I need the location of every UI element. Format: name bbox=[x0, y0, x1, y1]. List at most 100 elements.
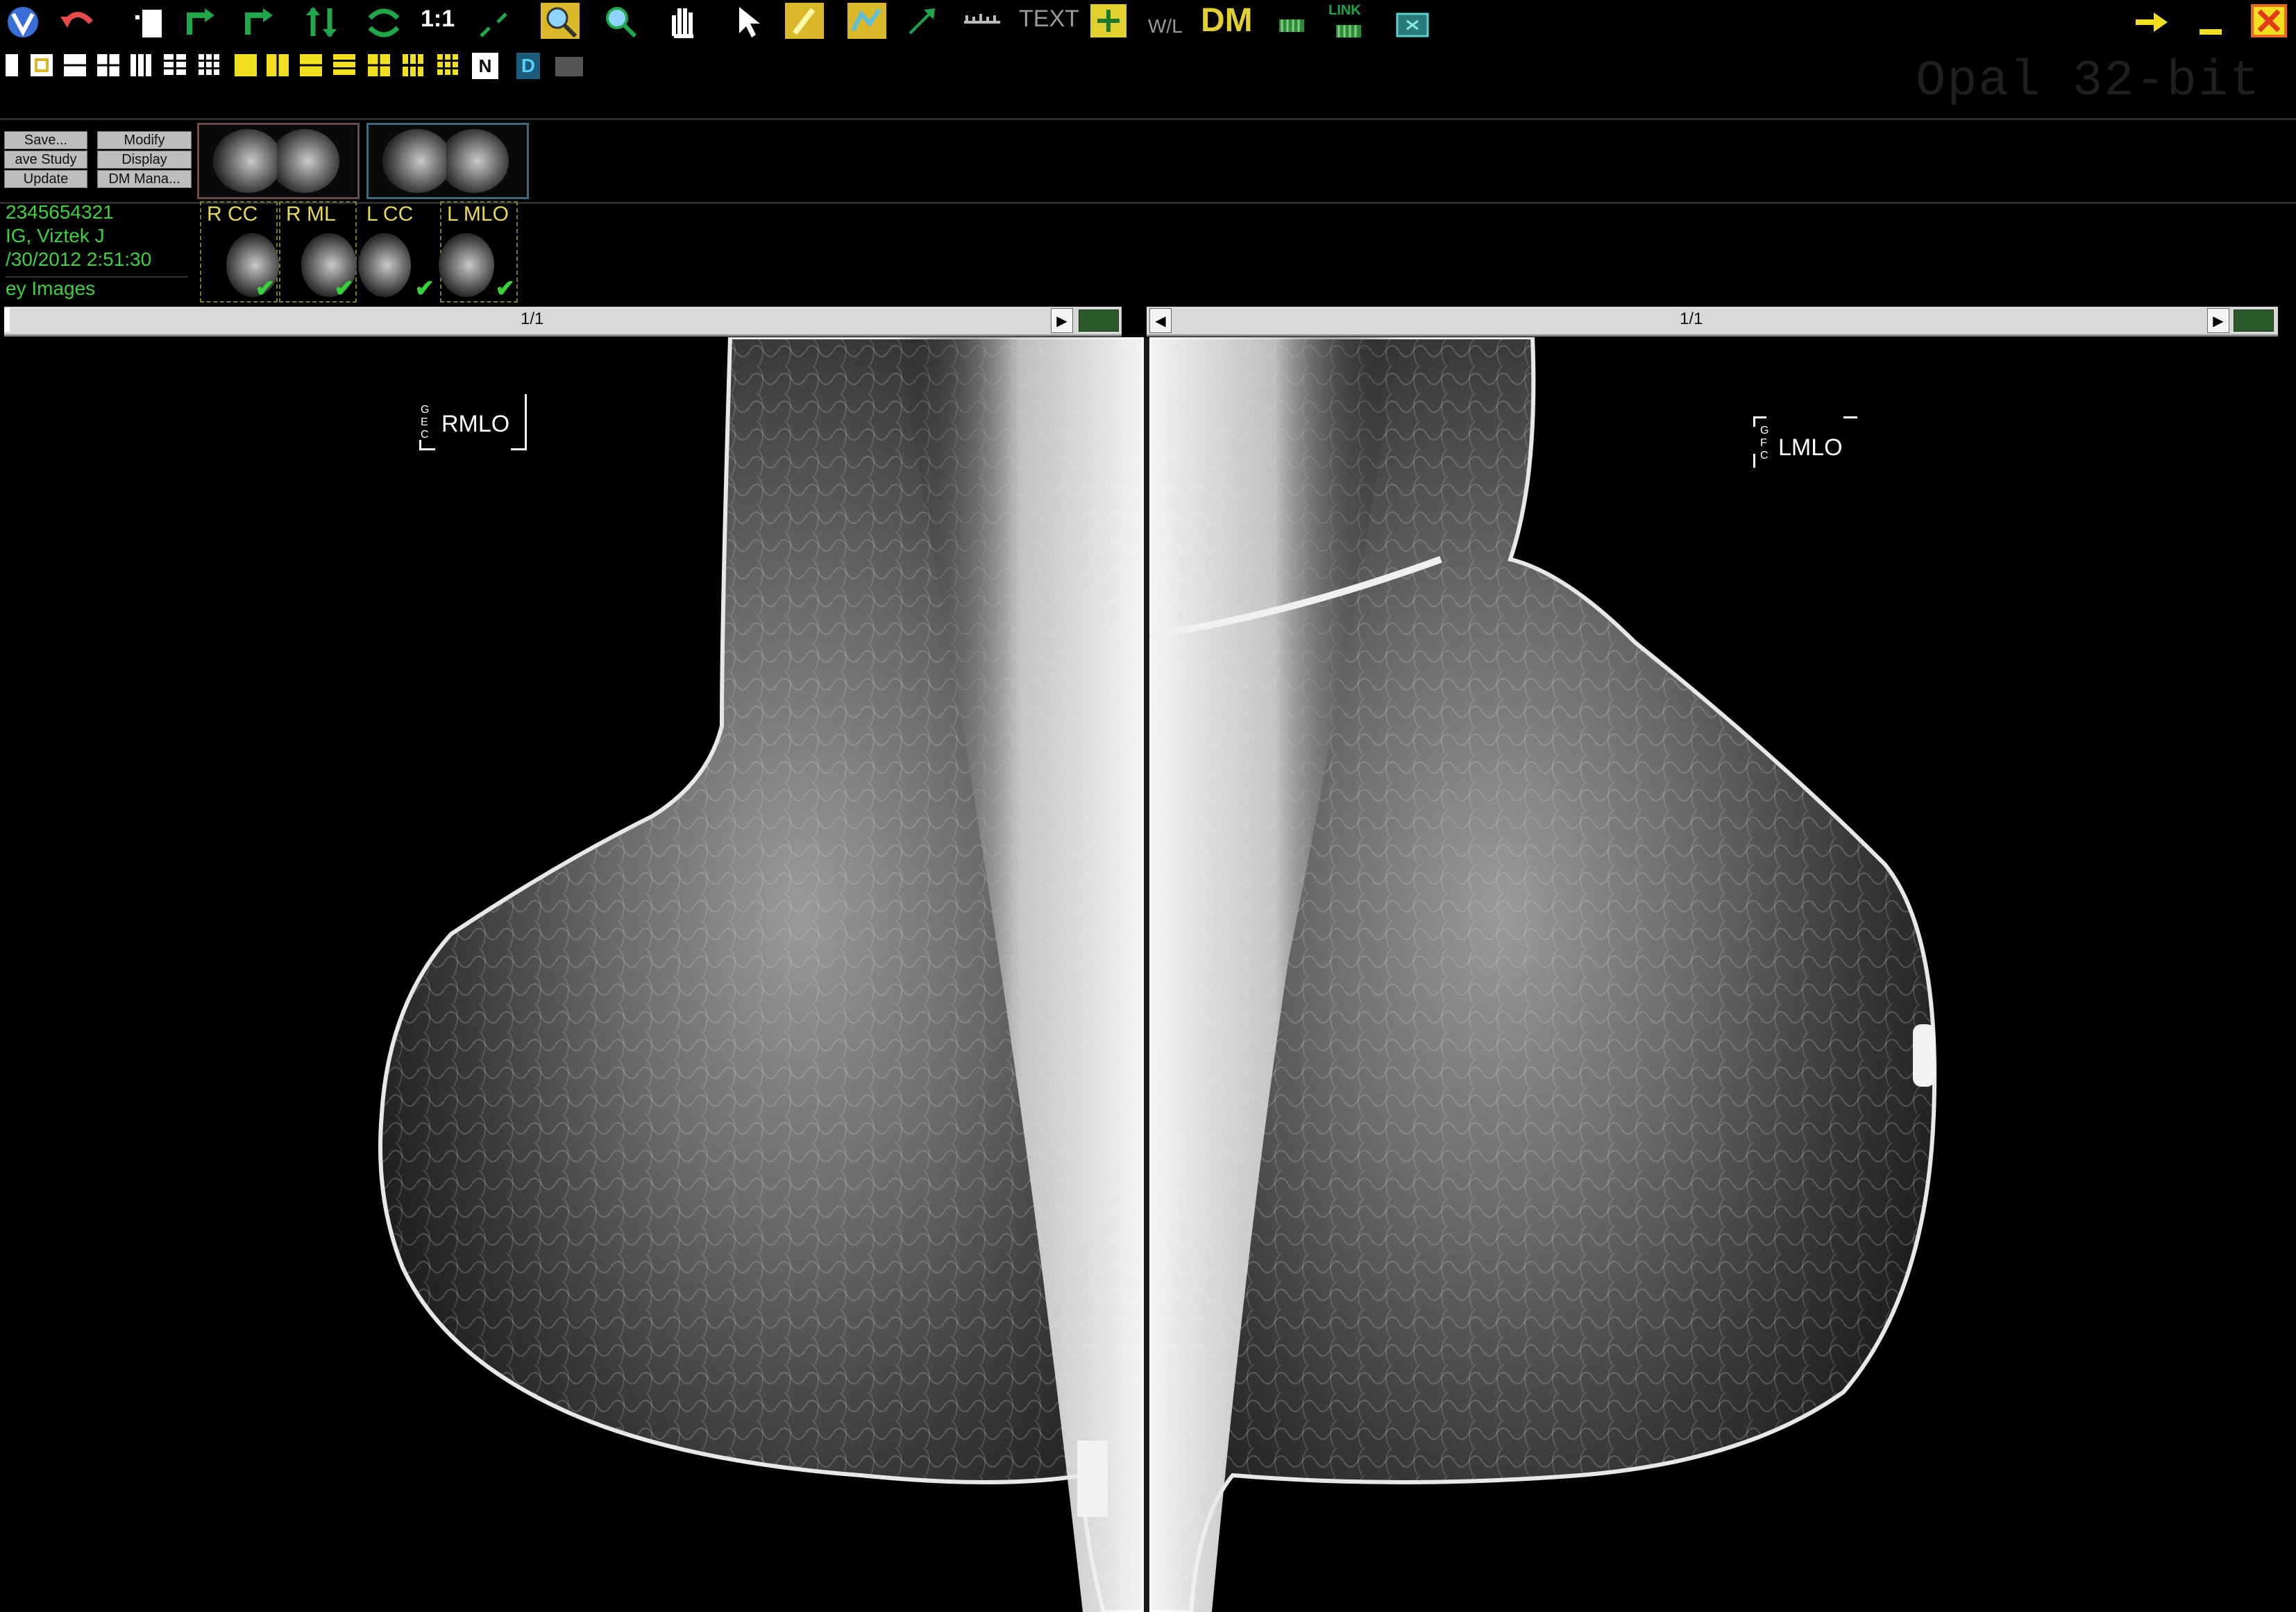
flip-horizontal-icon[interactable] bbox=[362, 3, 405, 42]
scroll-left-button[interactable]: ◀ bbox=[1149, 308, 1172, 333]
rotate-left-icon[interactable] bbox=[178, 3, 221, 42]
window-level-button[interactable]: W/L bbox=[1148, 15, 1183, 37]
rmlo-mammogram-image bbox=[378, 337, 1144, 1612]
thumbnail-image bbox=[199, 125, 277, 197]
patient-id: 2345654321 bbox=[6, 201, 114, 223]
sync-icon[interactable] bbox=[1270, 3, 1313, 42]
left-page-indicator: 1/1 bbox=[521, 309, 544, 328]
thumbnail-image bbox=[277, 125, 355, 197]
d-badge-icon[interactable]: D bbox=[516, 53, 540, 79]
series-thumb-l-mlo[interactable]: L MLO ✔ bbox=[439, 201, 518, 303]
corner-bracket bbox=[1753, 416, 1766, 427]
fit-icon[interactable] bbox=[472, 6, 515, 44]
left-view-label: RMLO bbox=[441, 411, 510, 437]
check-icon: ✔ bbox=[334, 275, 355, 302]
pencil-icon[interactable] bbox=[783, 1, 826, 40]
key-images-link[interactable]: ey Images bbox=[6, 276, 187, 300]
layout-yellow-7-icon[interactable] bbox=[437, 54, 459, 76]
check-icon: ✔ bbox=[255, 275, 276, 302]
viewport-divider[interactable] bbox=[1144, 337, 1149, 1612]
right-orientation-markers: G F C bbox=[1760, 425, 1769, 461]
layout-3x3-icon[interactable] bbox=[199, 54, 221, 76]
n-badge-icon[interactable]: N bbox=[472, 53, 498, 79]
right-page-indicator: 1/1 bbox=[1680, 309, 1703, 328]
page-icon[interactable] bbox=[129, 3, 172, 42]
zoom-icon[interactable] bbox=[598, 1, 641, 40]
corner-bracket bbox=[419, 440, 435, 450]
dm-button[interactable]: DM bbox=[1201, 1, 1253, 40]
pointer-icon[interactable] bbox=[726, 1, 769, 40]
layout-2x3-icon[interactable] bbox=[164, 54, 186, 76]
minimize-icon[interactable] bbox=[2189, 3, 2232, 42]
rotate-right-icon[interactable] bbox=[236, 3, 279, 42]
thumbnail-image bbox=[358, 233, 411, 297]
next-arrow-icon[interactable] bbox=[2129, 3, 2172, 42]
series-label: L MLO bbox=[447, 203, 509, 226]
app-watermark: Opal 32-bit bbox=[1916, 53, 2261, 110]
thumbnail-image bbox=[369, 125, 446, 197]
series-thumb-r-ml[interactable]: R ML ✔ bbox=[279, 201, 357, 303]
right-image-viewport[interactable]: G F C LMLO bbox=[1149, 337, 2296, 1612]
study-strip: Save... Modify ave Study Display Update … bbox=[0, 118, 2296, 204]
series-label: R CC bbox=[207, 203, 258, 226]
scroll-handle[interactable] bbox=[4, 308, 10, 332]
layout-yellow-3-icon[interactable] bbox=[300, 54, 322, 76]
layout-2-row-icon[interactable] bbox=[64, 54, 86, 76]
layout-yellow-4-icon[interactable] bbox=[333, 54, 355, 76]
check-icon: ✔ bbox=[495, 275, 516, 302]
layout-yellow-5-icon[interactable] bbox=[368, 54, 390, 76]
update-button[interactable]: Update bbox=[4, 170, 87, 188]
layout-1x1-icon[interactable] bbox=[6, 54, 18, 76]
scroll-right-button[interactable]: ▶ bbox=[2207, 308, 2229, 333]
right-view-label: LMLO bbox=[1778, 434, 1843, 461]
flip-vertical-icon[interactable] bbox=[300, 3, 343, 42]
layout-3-col-icon[interactable] bbox=[130, 54, 153, 76]
study-thumbnail-prior[interactable] bbox=[366, 123, 529, 199]
display-button[interactable]: Display bbox=[97, 151, 192, 169]
sync-indicator-icon[interactable] bbox=[1079, 309, 1119, 332]
text-tool-button[interactable]: TEXT bbox=[1019, 6, 1079, 33]
corner-bracket bbox=[1753, 454, 1758, 468]
logo-icon[interactable] bbox=[1, 3, 44, 42]
one-to-one-button[interactable]: 1:1 bbox=[421, 6, 455, 33]
layout-1x1-selected-icon[interactable] bbox=[31, 54, 53, 76]
left-orientation-markers: G E C bbox=[421, 404, 430, 441]
thumbnail-image bbox=[446, 125, 524, 197]
close-icon[interactable] bbox=[2247, 1, 2290, 40]
sync-indicator-icon[interactable] bbox=[2234, 309, 2274, 332]
layout-2x2-icon[interactable] bbox=[97, 54, 119, 76]
left-viewport-scrollbar[interactable]: 1/1 ▶ bbox=[4, 307, 1122, 337]
undo-icon[interactable] bbox=[56, 3, 99, 42]
series-thumb-r-cc[interactable]: R CC ✔ bbox=[200, 201, 279, 303]
layout-yellow-2-icon[interactable] bbox=[267, 54, 289, 76]
thumbnail-image bbox=[439, 233, 494, 297]
corner-bracket bbox=[511, 394, 527, 450]
arrow-annotation-icon[interactable] bbox=[901, 1, 944, 40]
magnify-icon[interactable] bbox=[539, 1, 582, 40]
series-label: L CC bbox=[366, 203, 414, 226]
study-datetime: /30/2012 2:51:30 bbox=[6, 248, 152, 270]
main-toolbar: 1:1 TEXT W/L DM LINK bbox=[0, 0, 2296, 46]
layout-yellow-1-icon[interactable] bbox=[235, 54, 257, 76]
add-annotation-icon[interactable] bbox=[1087, 1, 1130, 40]
display-icon[interactable] bbox=[1391, 3, 1434, 42]
series-thumb-l-cc[interactable]: L CC ✔ bbox=[358, 201, 437, 303]
pan-hand-icon[interactable] bbox=[662, 1, 705, 40]
check-icon: ✔ bbox=[414, 275, 435, 302]
right-viewport-scrollbar[interactable]: ◀ 1/1 ▶ bbox=[1147, 307, 2278, 337]
scroll-right-button[interactable]: ▶ bbox=[1051, 308, 1073, 333]
study-thumbnail-current[interactable] bbox=[197, 123, 360, 199]
lmlo-mammogram-image bbox=[1149, 337, 1937, 1612]
corner-bracket bbox=[1843, 416, 1857, 421]
save-study-button[interactable]: ave Study bbox=[4, 151, 87, 169]
series-label: R ML bbox=[286, 203, 336, 226]
save-button[interactable]: Save... bbox=[4, 131, 87, 149]
modify-button[interactable]: Modify bbox=[97, 131, 192, 149]
layout-yellow-6-icon[interactable] bbox=[403, 54, 425, 76]
dm-manager-button[interactable]: DM Mana... bbox=[97, 170, 192, 188]
left-image-viewport[interactable]: G E C RMLO bbox=[0, 337, 1144, 1612]
link-icon[interactable] bbox=[1327, 8, 1370, 47]
camera-icon[interactable] bbox=[555, 57, 583, 76]
map-icon[interactable] bbox=[845, 1, 888, 40]
ruler-icon[interactable] bbox=[961, 0, 1004, 39]
